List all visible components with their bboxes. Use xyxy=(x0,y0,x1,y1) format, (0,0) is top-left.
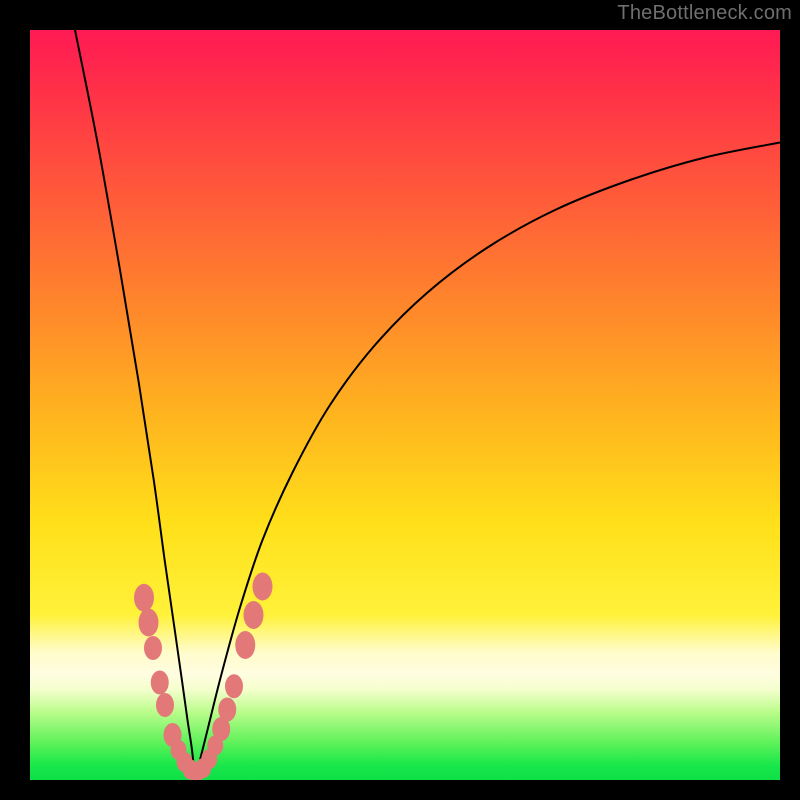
scatter-dot xyxy=(139,609,159,637)
scatter-dot xyxy=(225,674,243,698)
scatter-dot xyxy=(253,573,273,601)
scatter-dot xyxy=(156,693,174,717)
chart-plot-area xyxy=(30,30,780,780)
scatter-dot xyxy=(218,698,236,722)
chart-svg xyxy=(30,30,780,780)
curve-right-branch xyxy=(195,143,780,781)
chart-frame: TheBottleneck.com xyxy=(0,0,800,800)
curve-left-branch xyxy=(75,30,195,780)
scatter-dot xyxy=(144,636,162,660)
scatter-dot xyxy=(134,584,154,612)
scatter-dot xyxy=(235,631,255,659)
scatter-dot xyxy=(151,671,169,695)
scatter-dot xyxy=(244,601,264,629)
attribution-label: TheBottleneck.com xyxy=(617,2,792,25)
